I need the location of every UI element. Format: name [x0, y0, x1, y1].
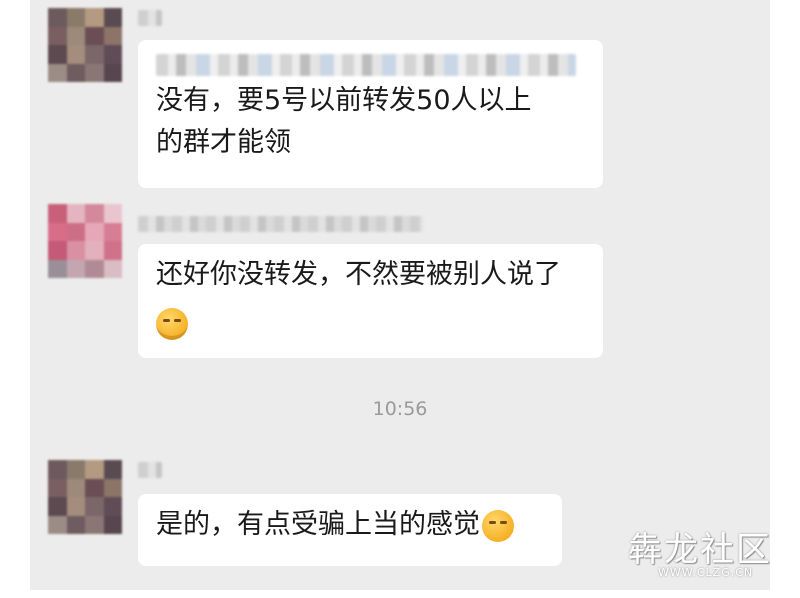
timestamp: 10:56 — [372, 398, 428, 420]
avatar[interactable] — [48, 460, 122, 534]
sender-name-blurred — [138, 10, 162, 26]
sender-name-blurred — [138, 462, 162, 478]
message-bubble[interactable]: 还好你没转发，不然要被别人说了 — [138, 244, 603, 358]
quoted-reply-blurred — [156, 54, 576, 76]
message-bubble[interactable]: 没有，要5号以前转发50人以上 的群才能领 — [138, 40, 603, 188]
laughing-crying-emoji-icon — [156, 307, 188, 340]
sender-name-blurred — [138, 216, 423, 232]
message-bubble[interactable]: 是的，有点受骗上当的感觉 — [138, 494, 562, 566]
chat-window: 没有，要5号以前转发50人以上 的群才能领 还好你没转发，不然要被别人说了 10… — [30, 0, 770, 590]
message-text: 是的，有点受骗上当的感觉 — [156, 509, 480, 540]
watermark-url: WWW.CLZG.CN — [658, 566, 754, 579]
message-text: 没有，要5号以前转发50人以上 — [156, 85, 532, 116]
avatar[interactable] — [48, 8, 122, 82]
watermark-logo: 犇龙社区 — [628, 530, 772, 570]
message-text: 的群才能领 — [156, 127, 291, 158]
smirking-face-emoji-icon — [482, 509, 514, 542]
message-text: 还好你没转发，不然要被别人说了 — [156, 259, 561, 290]
avatar[interactable] — [48, 204, 122, 278]
